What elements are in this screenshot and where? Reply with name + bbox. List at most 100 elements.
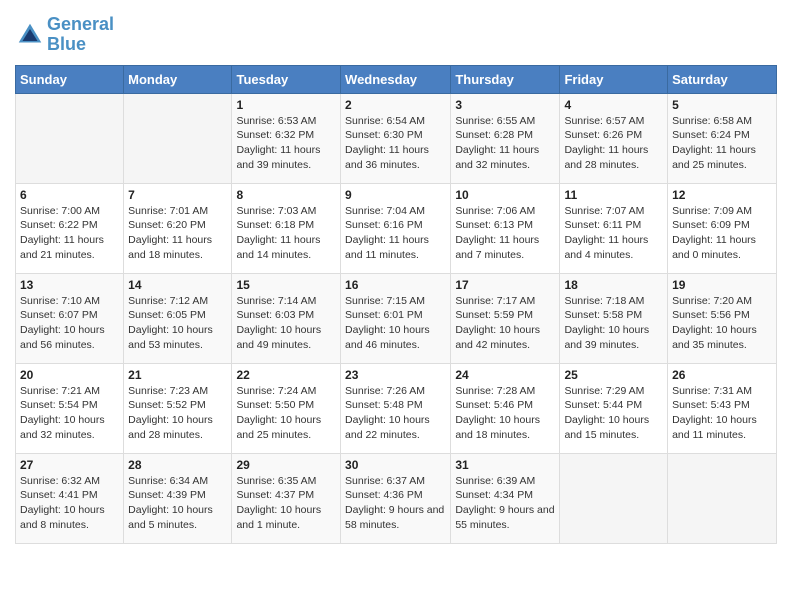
calendar-cell: 31 Sunrise: 6:39 AM Sunset: 4:34 PM Dayli…: [451, 453, 560, 543]
day-number: 3: [455, 98, 555, 112]
day-number: 9: [345, 188, 446, 202]
calendar-cell: 8 Sunrise: 7:03 AM Sunset: 6:18 PM Daylig…: [232, 183, 341, 273]
calendar-cell: 5Sunrise: 6:58 AM Sunset: 6:24 PM Daylig…: [668, 93, 777, 183]
calendar-cell: 16 Sunrise: 7:15 AM Sunset: 6:01 PM Dayli…: [341, 273, 451, 363]
calendar-cell: 17 Sunrise: 7:17 AM Sunset: 5:59 PM Dayli…: [451, 273, 560, 363]
day-info: Sunrise: 7:24 AM Sunset: 5:50 PM Dayligh…: [236, 384, 336, 443]
day-header-sunday: Sunday: [16, 65, 124, 93]
day-header-wednesday: Wednesday: [341, 65, 451, 93]
calendar-cell: 6Sunrise: 7:00 AM Sunset: 6:22 PM Daylig…: [16, 183, 124, 273]
calendar-header-row: SundayMondayTuesdayWednesdayThursdayFrid…: [16, 65, 777, 93]
calendar-cell: 15 Sunrise: 7:14 AM Sunset: 6:03 PM Dayli…: [232, 273, 341, 363]
day-number: 26: [672, 368, 772, 382]
day-info: Sunrise: 7:28 AM Sunset: 5:46 PM Dayligh…: [455, 384, 555, 443]
calendar-cell: 3 Sunrise: 6:55 AM Sunset: 6:28 PM Daylig…: [451, 93, 560, 183]
day-header-friday: Friday: [560, 65, 668, 93]
week-row-5: 27Sunrise: 6:32 AM Sunset: 4:41 PM Dayli…: [16, 453, 777, 543]
day-number: 1: [236, 98, 336, 112]
day-info: Sunrise: 7:14 AM Sunset: 6:03 PM Dayligh…: [236, 294, 336, 353]
calendar-cell: 24Sunrise: 7:28 AM Sunset: 5:46 PM Dayli…: [451, 363, 560, 453]
day-header-thursday: Thursday: [451, 65, 560, 93]
week-row-3: 13 Sunrise: 7:10 AM Sunset: 6:07 PM Dayli…: [16, 273, 777, 363]
calendar-cell: [16, 93, 124, 183]
calendar-cell: 7 Sunrise: 7:01 AM Sunset: 6:20 PM Daylig…: [124, 183, 232, 273]
day-info: Sunrise: 6:54 AM Sunset: 6:30 PM Dayligh…: [345, 114, 446, 173]
day-number: 2: [345, 98, 446, 112]
day-info: Sunrise: 6:57 AM Sunset: 6:26 PM Dayligh…: [564, 114, 663, 173]
logo-icon: [15, 20, 45, 50]
day-header-monday: Monday: [124, 65, 232, 93]
day-number: 7: [128, 188, 227, 202]
day-info: Sunrise: 6:34 AM Sunset: 4:39 PM Dayligh…: [128, 474, 227, 533]
calendar-cell: 4 Sunrise: 6:57 AM Sunset: 6:26 PM Daylig…: [560, 93, 668, 183]
day-number: 30: [345, 458, 446, 472]
day-number: 29: [236, 458, 336, 472]
day-number: 5: [672, 98, 772, 112]
day-number: 18: [564, 278, 663, 292]
day-number: 8: [236, 188, 336, 202]
day-number: 10: [455, 188, 555, 202]
day-info: Sunrise: 7:04 AM Sunset: 6:16 PM Dayligh…: [345, 204, 446, 263]
calendar-cell: 21 Sunrise: 7:23 AM Sunset: 5:52 PM Dayli…: [124, 363, 232, 453]
day-info: Sunrise: 7:03 AM Sunset: 6:18 PM Dayligh…: [236, 204, 336, 263]
day-number: 16: [345, 278, 446, 292]
day-header-tuesday: Tuesday: [232, 65, 341, 93]
day-number: 4: [564, 98, 663, 112]
calendar-cell: 29 Sunrise: 6:35 AM Sunset: 4:37 PM Dayli…: [232, 453, 341, 543]
calendar-cell: 22 Sunrise: 7:24 AM Sunset: 5:50 PM Dayli…: [232, 363, 341, 453]
calendar-cell: 28 Sunrise: 6:34 AM Sunset: 4:39 PM Dayli…: [124, 453, 232, 543]
day-header-saturday: Saturday: [668, 65, 777, 93]
day-info: Sunrise: 6:35 AM Sunset: 4:37 PM Dayligh…: [236, 474, 336, 533]
day-info: Sunrise: 7:06 AM Sunset: 6:13 PM Dayligh…: [455, 204, 555, 263]
day-info: Sunrise: 7:07 AM Sunset: 6:11 PM Dayligh…: [564, 204, 663, 263]
day-info: Sunrise: 7:12 AM Sunset: 6:05 PM Dayligh…: [128, 294, 227, 353]
day-number: 6: [20, 188, 119, 202]
week-row-1: 1 Sunrise: 6:53 AM Sunset: 6:32 PM Daylig…: [16, 93, 777, 183]
day-number: 22: [236, 368, 336, 382]
week-row-4: 20Sunrise: 7:21 AM Sunset: 5:54 PM Dayli…: [16, 363, 777, 453]
calendar-cell: 13 Sunrise: 7:10 AM Sunset: 6:07 PM Dayli…: [16, 273, 124, 363]
calendar-cell: 27Sunrise: 6:32 AM Sunset: 4:41 PM Dayli…: [16, 453, 124, 543]
day-number: 17: [455, 278, 555, 292]
logo: General Blue: [15, 15, 114, 55]
day-info: Sunrise: 7:18 AM Sunset: 5:58 PM Dayligh…: [564, 294, 663, 353]
calendar-cell: [124, 93, 232, 183]
day-number: 23: [345, 368, 446, 382]
day-number: 21: [128, 368, 227, 382]
calendar-cell: 2 Sunrise: 6:54 AM Sunset: 6:30 PM Daylig…: [341, 93, 451, 183]
calendar-cell: 19 Sunrise: 7:20 AM Sunset: 5:56 PM Dayli…: [668, 273, 777, 363]
calendar-cell: 11 Sunrise: 7:07 AM Sunset: 6:11 PM Dayli…: [560, 183, 668, 273]
calendar-cell: 1 Sunrise: 6:53 AM Sunset: 6:32 PM Daylig…: [232, 93, 341, 183]
calendar-cell: 30 Sunrise: 6:37 AM Sunset: 4:36 PM Dayli…: [341, 453, 451, 543]
day-number: 11: [564, 188, 663, 202]
calendar-cell: 23Sunrise: 7:26 AM Sunset: 5:48 PM Dayli…: [341, 363, 451, 453]
day-number: 28: [128, 458, 227, 472]
day-info: Sunrise: 6:53 AM Sunset: 6:32 PM Dayligh…: [236, 114, 336, 173]
calendar-cell: 9 Sunrise: 7:04 AM Sunset: 6:16 PM Daylig…: [341, 183, 451, 273]
day-info: Sunrise: 6:39 AM Sunset: 4:34 PM Dayligh…: [455, 474, 555, 533]
day-info: Sunrise: 7:21 AM Sunset: 5:54 PM Dayligh…: [20, 384, 119, 443]
calendar-table: SundayMondayTuesdayWednesdayThursdayFrid…: [15, 65, 777, 544]
calendar-cell: 10 Sunrise: 7:06 AM Sunset: 6:13 PM Dayli…: [451, 183, 560, 273]
calendar-cell: 25Sunrise: 7:29 AM Sunset: 5:44 PM Dayli…: [560, 363, 668, 453]
day-number: 31: [455, 458, 555, 472]
page-header: General Blue: [15, 15, 777, 55]
day-number: 13: [20, 278, 119, 292]
day-info: Sunrise: 7:10 AM Sunset: 6:07 PM Dayligh…: [20, 294, 119, 353]
day-info: Sunrise: 6:55 AM Sunset: 6:28 PM Dayligh…: [455, 114, 555, 173]
day-number: 15: [236, 278, 336, 292]
day-info: Sunrise: 7:15 AM Sunset: 6:01 PM Dayligh…: [345, 294, 446, 353]
day-number: 14: [128, 278, 227, 292]
calendar-cell: 18 Sunrise: 7:18 AM Sunset: 5:58 PM Dayli…: [560, 273, 668, 363]
day-number: 19: [672, 278, 772, 292]
day-info: Sunrise: 7:01 AM Sunset: 6:20 PM Dayligh…: [128, 204, 227, 263]
calendar-cell: 14 Sunrise: 7:12 AM Sunset: 6:05 PM Dayli…: [124, 273, 232, 363]
day-number: 25: [564, 368, 663, 382]
logo-text: General Blue: [47, 15, 114, 55]
day-info: Sunrise: 7:23 AM Sunset: 5:52 PM Dayligh…: [128, 384, 227, 443]
day-info: Sunrise: 6:37 AM Sunset: 4:36 PM Dayligh…: [345, 474, 446, 533]
calendar-cell: [560, 453, 668, 543]
day-info: Sunrise: 7:17 AM Sunset: 5:59 PM Dayligh…: [455, 294, 555, 353]
day-info: Sunrise: 7:20 AM Sunset: 5:56 PM Dayligh…: [672, 294, 772, 353]
day-info: Sunrise: 6:32 AM Sunset: 4:41 PM Dayligh…: [20, 474, 119, 533]
